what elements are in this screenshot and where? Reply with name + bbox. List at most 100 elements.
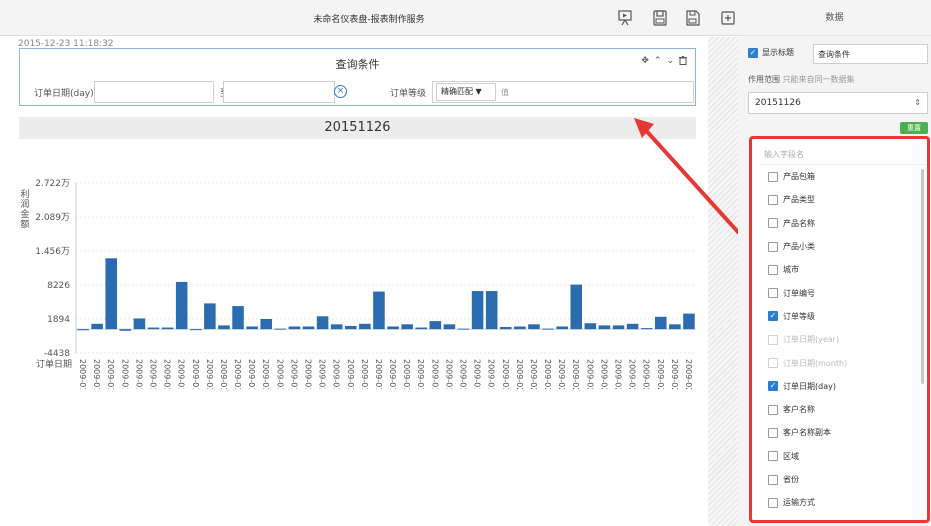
checkbox-icon[interactable] (768, 264, 778, 275)
checkbox-icon[interactable] (768, 218, 778, 229)
x-tick-label: 2009-01-31 (501, 359, 510, 389)
x-tick-label: 2009-01-06 (149, 359, 158, 389)
field-label: 区域 (783, 451, 799, 461)
chart-title: 20151126 (19, 117, 696, 139)
checkbox-checked-icon[interactable]: ✓ (768, 381, 778, 392)
x-tick-label: 2009-01-19 (332, 359, 341, 389)
chart-bar (485, 291, 498, 330)
chevron-up-icon[interactable]: ⌃ (654, 56, 662, 68)
show-title-toggle[interactable]: ✓ 显示标题 (748, 47, 794, 58)
field-search-input[interactable]: 输入字段名 (760, 145, 925, 165)
title-input[interactable]: 查询条件 (813, 44, 928, 64)
x-tick-label: 2009-01-07 (163, 359, 172, 389)
field-label: 订单日期(month) (783, 358, 848, 368)
x-tick-label: 2009-02-06 (585, 359, 594, 389)
chevron-down-icon[interactable]: ⌄ (666, 56, 674, 68)
y-axis-label: 润 (20, 198, 29, 210)
chart-bar (626, 323, 639, 330)
field-item[interactable]: 客户名称 (768, 398, 918, 421)
scope-row: 作用范围 只能来自同一数据集 (748, 74, 855, 85)
chart-bar (316, 316, 329, 330)
reset-button[interactable]: 重置 (900, 122, 928, 134)
chart-bar (528, 324, 540, 330)
checkbox-icon[interactable] (768, 288, 778, 299)
x-tick-label: 2009-02-11 (656, 359, 665, 389)
checkbox-icon[interactable] (768, 171, 778, 182)
date-from-input[interactable] (94, 81, 214, 103)
field-item[interactable]: 订单编号 (768, 281, 918, 304)
x-tick-label: 2009-01-29 (473, 359, 482, 389)
save-icon[interactable] (652, 9, 668, 27)
checkbox-icon[interactable] (768, 474, 778, 485)
chart-bar (161, 327, 174, 330)
date-to-input[interactable] (223, 81, 335, 103)
field-label: 省份 (783, 475, 799, 484)
field-label: 产品包箱 (783, 172, 815, 182)
checkbox-checked-icon[interactable]: ✓ (748, 47, 758, 58)
x-axis-label: 订单日期 (36, 358, 72, 370)
x-tick-label: 2009-01-04 (120, 359, 129, 389)
x-tick-label: 2009-01-10 (205, 359, 214, 389)
chart-bar (232, 306, 244, 330)
chart-bar (401, 324, 413, 330)
query-widget-title: 查询条件 (335, 58, 380, 71)
x-tick-label: 2009-01-30 (487, 359, 496, 389)
y-axis-label: 金 (20, 208, 29, 220)
field-item[interactable]: 产品名称 (768, 212, 918, 235)
top-toolbar: 未命名仪表盘-报表制作服务 (0, 0, 738, 36)
checkbox-icon (768, 334, 778, 345)
field-label: 运输方式 (783, 498, 815, 508)
field-scrollbar[interactable] (921, 169, 924, 384)
x-tick-label: 2009-02-09 (628, 359, 637, 389)
chart-bar (330, 324, 343, 330)
field-item[interactable]: ✓ 订单等级 (768, 305, 918, 328)
field-item[interactable]: 区域 (768, 445, 918, 468)
delete-icon[interactable] (679, 56, 687, 68)
checkbox-icon[interactable] (768, 241, 778, 252)
chart-bar (91, 323, 103, 330)
checkbox-icon[interactable] (768, 451, 778, 462)
x-tick-label: 2009-02-02 (529, 359, 538, 389)
field-item[interactable]: 产品类型 (768, 188, 918, 211)
field-item[interactable]: 产品小类 (768, 235, 918, 258)
save-as-icon[interactable] (685, 9, 701, 27)
checkbox-checked-icon[interactable]: ✓ (768, 311, 778, 322)
widget-tools: ✥ ⌃ ⌄ (641, 56, 687, 68)
field-item[interactable]: 城市 (768, 258, 918, 281)
checkbox-icon[interactable] (768, 427, 778, 438)
field-item[interactable]: 产品包箱 (768, 165, 918, 188)
field-item[interactable]: 客户名称副本 (768, 421, 918, 444)
preview-icon[interactable] (617, 9, 633, 27)
field-item[interactable]: 运输方式 (768, 491, 918, 514)
x-tick-label: 2009-02-10 (642, 359, 651, 389)
show-title-label: 显示标题 (762, 48, 794, 57)
chart-bar (218, 325, 230, 330)
x-tick-label: 2009-01-03 (106, 359, 115, 389)
field-label: 订单日期(year) (783, 335, 840, 345)
y-tick-label: 1.456万 (35, 247, 70, 257)
field-label: 订单编号 (783, 288, 815, 298)
x-tick-label: 2009-01-28 (459, 359, 468, 389)
bar-chart: 2.722万 2.089万 1.456万 8226 1894 -4438 利润金额订单日期 2… (20, 179, 696, 389)
field-item[interactable]: ✓ 订单日期(day) (768, 375, 918, 398)
clear-icon[interactable]: × (334, 85, 347, 98)
query-widget[interactable]: 查询条件 ✥ ⌃ ⌄ 订单日期(day) 至 × 订单等级 精确匹配 ▼ 值 (19, 48, 696, 106)
x-tick-label: 2009-02-13 (684, 359, 693, 389)
field-label: 产品名称 (783, 218, 815, 228)
add-component-icon[interactable] (720, 9, 736, 27)
dataset-select[interactable]: 20151126 ⇕ (748, 92, 928, 114)
move-icon[interactable]: ✥ (641, 56, 649, 68)
field-item[interactable]: 省份 (768, 468, 918, 491)
chart-bar (302, 326, 315, 330)
checkbox-icon[interactable] (768, 404, 778, 415)
x-tick-label: 2009-02-03 (543, 359, 552, 389)
query-row: 订单日期(day) 至 × 订单等级 精确匹配 ▼ 值 (20, 81, 695, 103)
chart-bar (584, 323, 597, 330)
checkbox-icon[interactable] (768, 194, 778, 205)
match-mode-select[interactable]: 精确匹配 ▼ (436, 83, 496, 101)
checkbox-icon[interactable] (768, 497, 778, 508)
chart-bar (246, 326, 258, 330)
x-tick-label: 2009-02-04 (557, 359, 566, 389)
x-tick-label: 2009-01-21 (360, 359, 369, 389)
x-tick-label: 2009-01-08 (177, 359, 186, 389)
